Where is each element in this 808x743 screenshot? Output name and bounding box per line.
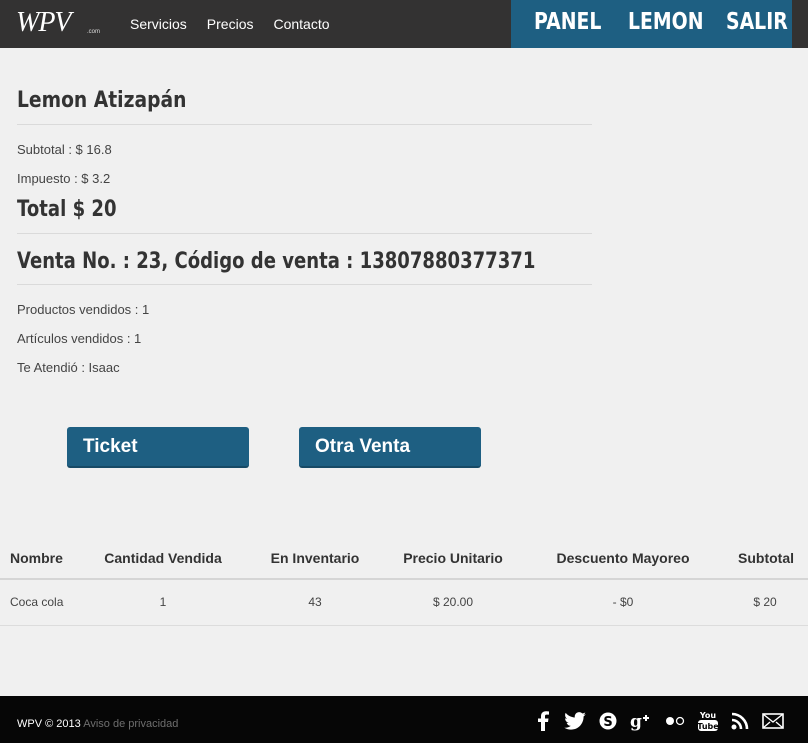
twitter-icon[interactable]	[564, 710, 586, 732]
svg-text:You: You	[699, 711, 717, 720]
col-header-subtotal: Subtotal	[738, 550, 794, 566]
privacy-link[interactable]: Aviso de privacidad	[83, 718, 178, 730]
ticket-button[interactable]: Ticket	[67, 427, 249, 468]
copyright-text: WPV © 2013	[17, 718, 81, 730]
articulos-vendidos-text: Artículos vendidos : 1	[17, 331, 142, 346]
cell-nombre: Coca cola	[10, 595, 64, 609]
col-header-descuento: Descuento Mayoreo	[556, 550, 690, 566]
top-navbar: WPV .com Servicios Precios Contacto PANE…	[0, 0, 808, 48]
col-header-precio: Precio Unitario	[403, 550, 503, 566]
nav-links: Servicios Precios Contacto	[130, 0, 330, 48]
col-header-cantidad: Cantidad Vendida	[104, 550, 222, 566]
store-title: Lemon Atizapán	[17, 88, 187, 113]
google-plus-icon[interactable]: g	[630, 710, 652, 732]
impuesto-text: Impuesto : $ 3.2	[17, 171, 111, 186]
svg-text:g: g	[630, 712, 642, 731]
logo-text: WPV	[16, 7, 72, 38]
col-header-inventario: En Inventario	[270, 550, 360, 566]
cell-subtotal: $ 20	[753, 595, 777, 609]
col-header-nombre: Nombre	[10, 550, 63, 566]
otra-venta-button[interactable]: Otra Venta	[299, 427, 481, 468]
youtube-icon[interactable]: You Tube	[697, 710, 719, 732]
nav-right-panel: PANEL LEMON SALIR	[511, 0, 792, 48]
nav-link-contacto[interactable]: Contacto	[273, 16, 329, 32]
nav-link-servicios[interactable]: Servicios	[130, 16, 187, 32]
table-row: Coca cola 1 43 $ 20.00 - $0 $ 20	[0, 580, 808, 626]
facebook-icon[interactable]	[532, 710, 554, 732]
cell-cantidad: 1	[159, 595, 167, 609]
panel-button[interactable]: PANEL	[534, 9, 601, 35]
svg-text:Tube: Tube	[697, 722, 719, 731]
nav-link-precios[interactable]: Precios	[207, 16, 254, 32]
svg-text:S: S	[603, 715, 612, 730]
atendio-text: Te Atendió : Isaac	[17, 360, 120, 375]
cell-inventario: 43	[308, 595, 322, 609]
site-logo[interactable]: WPV .com	[16, 6, 102, 42]
lemon-button[interactable]: LEMON	[628, 9, 703, 35]
email-icon[interactable]	[762, 710, 784, 732]
divider	[17, 284, 592, 285]
cell-descuento: - $0	[612, 595, 634, 609]
table-header: Nombre Cantidad Vendida En Inventario Pr…	[0, 540, 808, 580]
subtotal-text: Subtotal : $ 16.8	[17, 142, 112, 157]
logo-subtext: .com	[87, 29, 101, 35]
productos-vendidos-text: Productos vendidos : 1	[17, 302, 150, 317]
divider	[17, 124, 592, 125]
skype-icon[interactable]: S	[597, 710, 619, 732]
footer: WPV © 2013 Aviso de privacidad S g You Tu…	[0, 696, 808, 743]
salir-button[interactable]: SALIR	[726, 9, 788, 35]
rss-icon[interactable]	[729, 710, 751, 732]
cell-precio: $ 20.00	[432, 595, 474, 609]
flickr-icon[interactable]	[664, 710, 686, 732]
divider	[17, 233, 592, 234]
footer-copyright: WPV © 2013 Aviso de privacidad	[17, 718, 178, 730]
sale-number-code: Venta No. : 23, Código de venta : 138078…	[17, 249, 536, 274]
total-text: Total $ 20	[17, 197, 117, 222]
